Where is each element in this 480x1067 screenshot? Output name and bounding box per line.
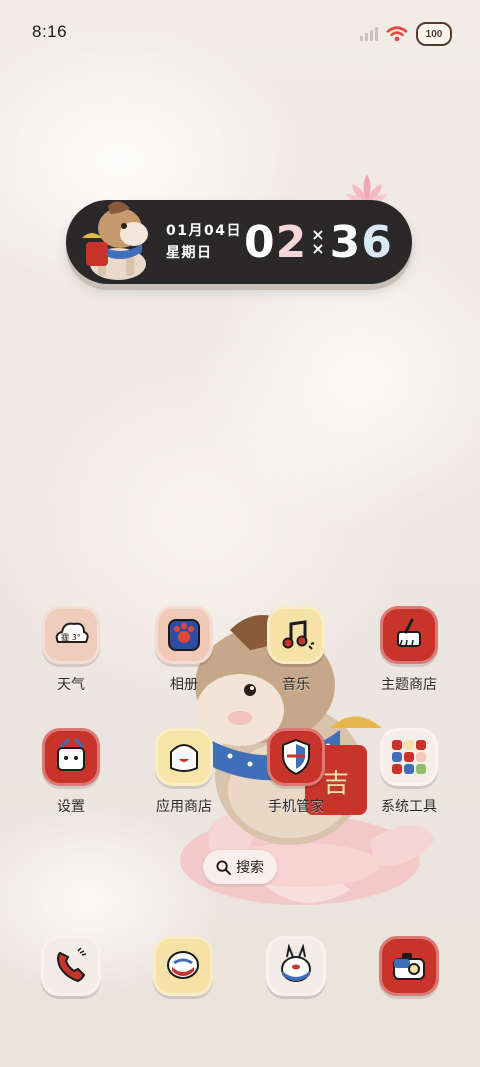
camera-icon [379,936,439,996]
dock-browser[interactable] [266,936,326,996]
app-system-tools[interactable]: 系统工具 [361,728,457,816]
app-label: 天气 [57,677,85,693]
status-icons: 100 [360,22,452,46]
wifi-icon [386,26,408,42]
weather-icon-text: 霾 3° [61,633,81,642]
battery-level: 100 [425,28,443,40]
message-bubble-icon [153,936,213,996]
app-app-store[interactable]: 应用商店 [136,728,232,816]
app-theme-store[interactable]: 主题商店 [361,606,457,694]
app-store-bag-icon [155,728,213,786]
phone-handset-icon [41,936,101,996]
pony-mascot-icon [82,201,148,280]
app-label: 系统工具 [381,799,437,815]
system-tools-folder-icon [380,728,438,786]
widget-date: 01月04日 [166,223,242,239]
dock-phone[interactable] [41,936,101,996]
dock-messages[interactable] [153,936,213,996]
battery-icon: 100 [416,22,452,46]
clock-widget[interactable]: 01月04日 星期日 0 2 × × 3 6 [66,200,412,284]
app-label: 设置 [57,799,85,815]
search-label: 搜索 [236,860,264,876]
app-gallery[interactable]: 相册 [136,606,232,694]
gallery-icon [155,606,213,664]
settings-gear-icon [42,728,100,786]
dock-camera[interactable] [379,936,439,996]
search-icon [216,859,231,875]
app-label: 音乐 [282,677,310,693]
browser-bunny-icon [266,936,326,996]
phone-manager-shield-icon [267,728,325,786]
theme-brush-icon [380,606,438,664]
music-note-icon [267,606,325,664]
weather-cloud-icon: 霾 3° [42,606,100,664]
app-settings[interactable]: 设置 [23,728,119,816]
signal-icon [360,27,378,41]
time-separator-icon: × × [311,225,326,258]
app-label: 相册 [170,677,198,693]
app-label: 手机管家 [268,799,324,815]
status-time: 8:16 [32,22,68,41]
hour-digit-2: 2 [275,216,308,268]
status-bar: 8:16 100 [0,0,480,66]
app-label: 主题商店 [381,677,437,693]
app-weather[interactable]: 霾 3° 天气 [23,606,119,694]
app-label: 应用商店 [156,799,212,815]
app-phone-manager[interactable]: 手机管家 [248,728,344,816]
search-button[interactable]: 搜索 [203,850,277,884]
hour-digit-1: 0 [244,216,276,268]
minute-digit-1: 3 [329,216,362,268]
minute-digit-2: 6 [361,216,393,268]
app-music[interactable]: 音乐 [248,606,344,694]
widget-time: 0 2 × × 3 6 [244,212,393,272]
widget-weekday: 星期日 [166,245,213,261]
widget-date-block: 01月04日 星期日 [166,220,242,264]
